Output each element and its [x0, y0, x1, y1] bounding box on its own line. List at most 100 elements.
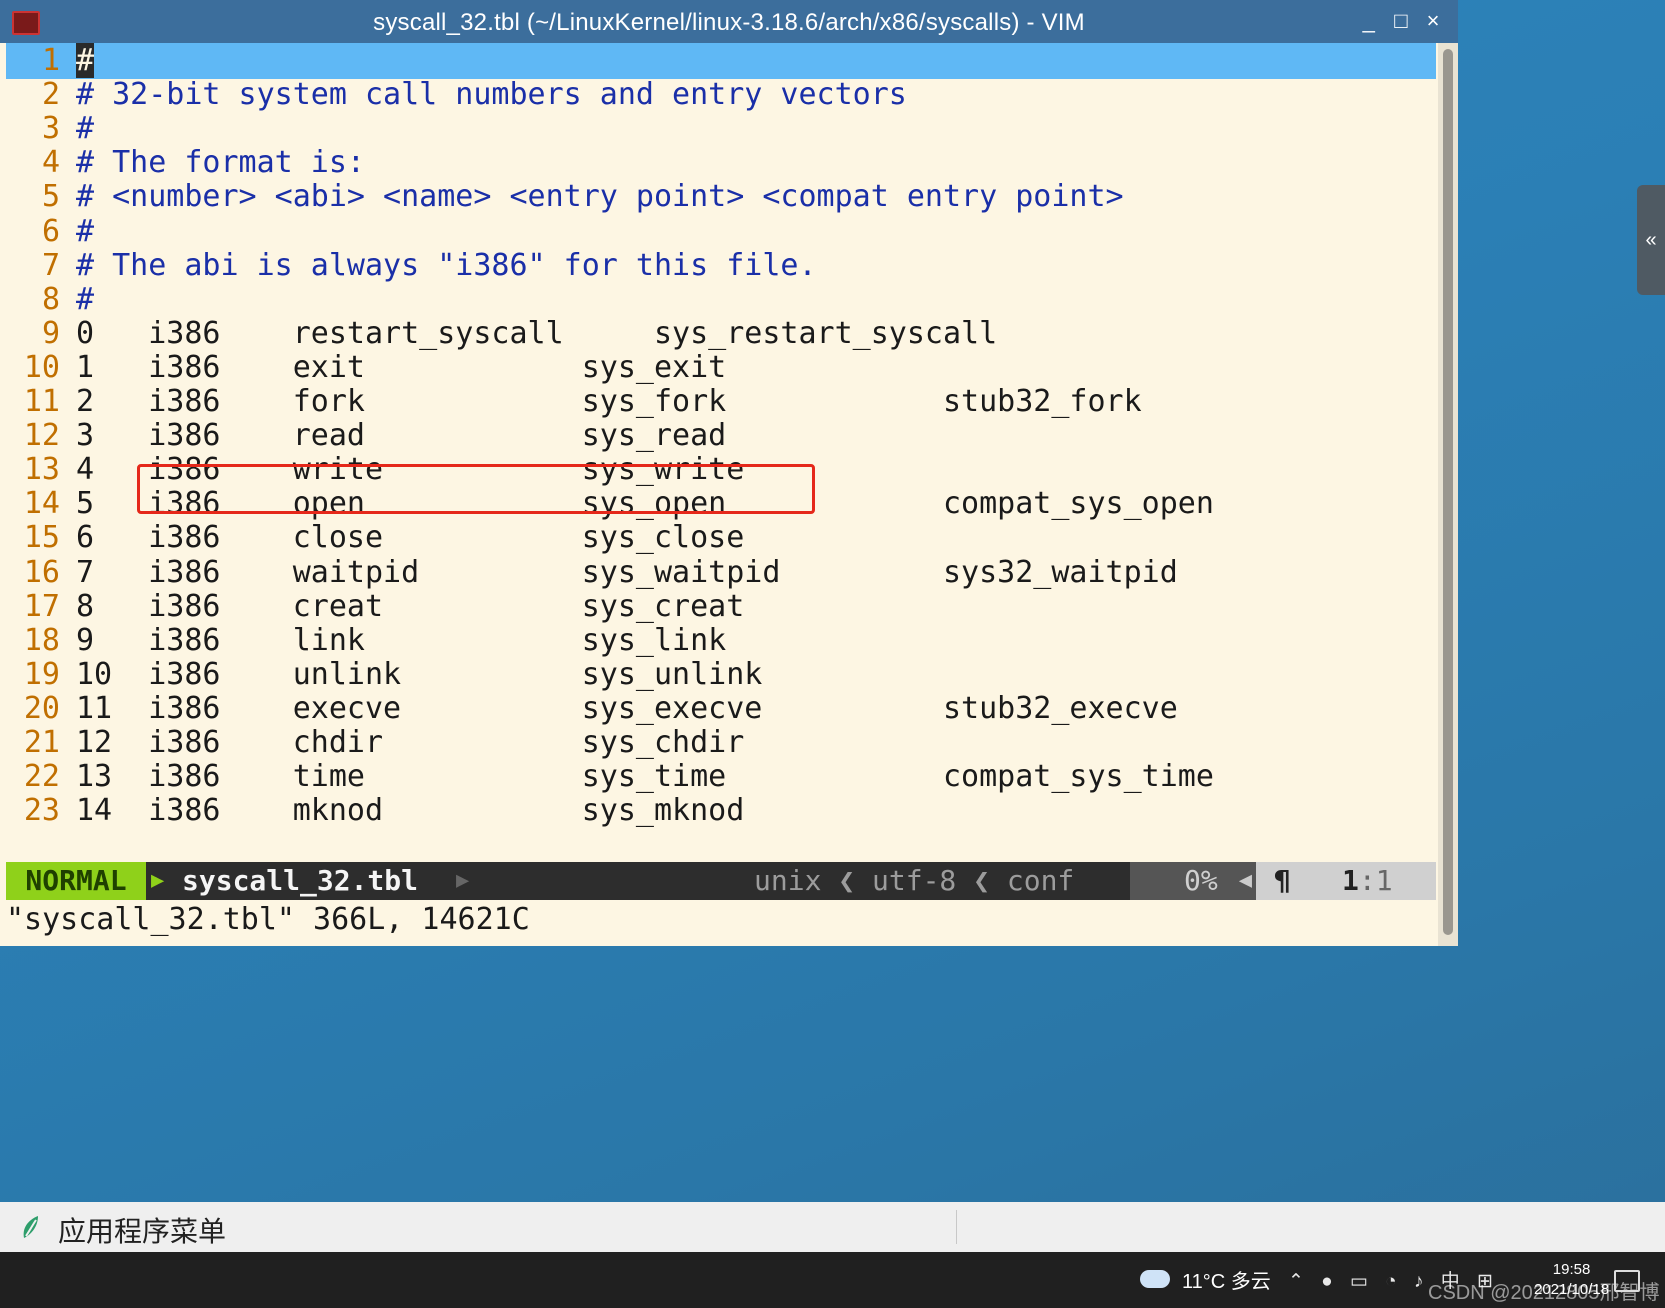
line-text: 2 i386 fork sys_fork stub32_fork: [76, 384, 1142, 419]
maximize-button[interactable]: □: [1388, 8, 1414, 34]
line-text: 11 i386 execve sys_execve stub32_execve: [76, 690, 1178, 726]
line-text: 10 i386 unlink sys_unlink: [76, 656, 763, 692]
line-number: 21: [23, 725, 60, 760]
close-button[interactable]: ×: [1420, 8, 1446, 34]
status-position: ¶ 1:1: [1256, 862, 1436, 900]
line-number: 18: [23, 622, 60, 658]
title-bar[interactable]: syscall_32.tbl (~/LinuxKernel/linux-3.18…: [0, 0, 1458, 43]
status-line: NORMAL ▶ syscall_32.tbl ▶ unix ❮ utf-8 ❮…: [6, 862, 1436, 900]
line-number: 13: [23, 452, 60, 488]
weather-text[interactable]: 11°C 多云: [1182, 1265, 1271, 1294]
mode-indicator: NORMAL: [6, 862, 146, 900]
editor-line[interactable]: 12 3 i386 read sys_read: [6, 418, 1436, 454]
notification-icon[interactable]: [1614, 1270, 1640, 1292]
editor-line[interactable]: 7 # The abi is always "i386" for this fil…: [6, 248, 1436, 284]
line-text: #: [76, 43, 95, 79]
editor-line[interactable]: 20 11 i386 execve sys_execve stub32_execv…: [6, 691, 1436, 727]
line-text: #: [76, 281, 95, 317]
editor-line[interactable]: 8 #: [6, 282, 1436, 318]
line-text: # <number> <abi> <name> <entry point> <c…: [76, 179, 1124, 215]
line-text: # The abi is always "i386" for this file…: [76, 247, 817, 283]
line-text: 9 i386 link sys_link: [76, 622, 727, 658]
command-line[interactable]: "syscall_32.tbl" 366L, 14621C: [6, 900, 530, 940]
line-text: #: [76, 213, 95, 249]
editor-buffer[interactable]: 1 #2 # 32-bit system call numbers and entr…: [6, 43, 1436, 863]
line-text: 6 i386 close sys_close: [76, 520, 745, 556]
editor-line[interactable]: 2 # 32-bit system call numbers and entry …: [6, 77, 1436, 113]
line-number: 19: [23, 656, 60, 692]
editor-line[interactable]: 3 #: [6, 111, 1436, 147]
line-number: 23: [23, 793, 60, 829]
line-number: 22: [23, 759, 60, 795]
current-line[interactable]: 1 #: [6, 43, 1436, 79]
editor-line[interactable]: 21 12 i386 chdir sys_chdir: [6, 725, 1436, 761]
line-number: 2: [41, 77, 60, 113]
line-text: 0 i386 restart_syscall sys_restart_sysca…: [76, 315, 998, 351]
editor-line[interactable]: 9 0 i386 restart_syscall sys_restart_sysc…: [6, 316, 1436, 352]
cursor-position: 1:1: [1342, 862, 1393, 900]
status-percent: 0% ◀: [1130, 862, 1256, 900]
cursor-col: :1: [1358, 864, 1393, 897]
line-number: 17: [23, 588, 60, 624]
line-number: 8: [41, 281, 60, 317]
editor-line[interactable]: 6 #: [6, 214, 1436, 250]
line-text: 1 i386 exit sys_exit: [76, 349, 727, 385]
editor-line[interactable]: 5 # <number> <abi> <name> <entry point> <…: [6, 179, 1436, 215]
line-text: # The format is:: [76, 145, 365, 181]
editor-line[interactable]: 23 14 i386 mknod sys_mknod: [6, 793, 1436, 829]
line-text: 3 i386 read sys_read: [76, 418, 727, 454]
line-text: #: [76, 111, 95, 147]
panel-divider: [956, 1210, 957, 1244]
percent-value: 0%: [1184, 864, 1218, 897]
line-number: 5: [41, 179, 60, 215]
window-controls: _ □ ×: [1356, 8, 1446, 34]
editor-line[interactable]: 15 6 i386 close sys_close: [6, 520, 1436, 556]
line-number: 3: [41, 111, 60, 147]
line-number: 1: [41, 43, 60, 78]
line-number: 16: [23, 554, 60, 590]
line-number: 12: [23, 418, 60, 454]
editor-line[interactable]: 4 # The format is:: [6, 145, 1436, 181]
side-panel-toggle[interactable]: «: [1637, 185, 1665, 295]
bottom-panel: 应用程序菜单: [0, 1202, 1665, 1252]
line-number: 11: [23, 384, 60, 419]
editor-line[interactable]: 18 9 i386 link sys_link: [6, 623, 1436, 659]
scrollbar[interactable]: [1438, 43, 1458, 946]
status-fileinfo: unix ❮ utf-8 ❮ conf: [754, 864, 1075, 897]
cloud-icon[interactable]: [1140, 1270, 1170, 1288]
separator-arrow-icon: ▶: [456, 868, 470, 893]
status-filename: syscall_32.tbl: [182, 864, 419, 897]
separator-arrow-icon: ◀: [1238, 868, 1252, 893]
line-text: 7 i386 waitpid sys_waitpid sys32_waitpid: [76, 554, 1178, 590]
applications-menu[interactable]: 应用程序菜单: [58, 1210, 226, 1250]
cursor-line: 1: [1342, 864, 1359, 897]
editor-line[interactable]: 16 7 i386 waitpid sys_waitpid sys32_waitp…: [6, 555, 1436, 591]
minimize-button[interactable]: _: [1356, 8, 1382, 34]
line-number-icon: ¶: [1274, 864, 1291, 897]
text-cursor: #: [76, 43, 95, 78]
line-number: 10: [23, 349, 60, 385]
editor-line[interactable]: 10 1 i386 exit sys_exit: [6, 350, 1436, 386]
line-number: 6: [41, 213, 60, 249]
line-number: 4: [41, 145, 60, 181]
line-text: 12 i386 chdir sys_chdir: [76, 725, 745, 760]
separator-arrow-icon: ▶: [151, 868, 165, 893]
line-number: 20: [23, 690, 60, 726]
line-number: 9: [41, 315, 60, 351]
editor-line[interactable]: 22 13 i386 time sys_time compat_sys_time: [6, 759, 1436, 795]
line-text: # 32-bit system call numbers and entry v…: [76, 77, 907, 113]
scrollbar-thumb[interactable]: [1443, 49, 1453, 935]
line-number: 15: [23, 520, 60, 556]
line-number: 14: [23, 486, 60, 522]
line-text: 14 i386 mknod sys_mknod: [76, 793, 745, 829]
window-title: syscall_32.tbl (~/LinuxKernel/linux-3.18…: [373, 9, 1085, 36]
editor-line[interactable]: 19 10 i386 unlink sys_unlink: [6, 657, 1436, 693]
line-text: 8 i386 creat sys_creat: [76, 588, 745, 624]
editor-line[interactable]: 17 8 i386 creat sys_creat: [6, 589, 1436, 625]
taskbar: 11°C 多云 ⌃ ● ▭ ◔ ♪ 中 ⊞ 19:58 2021/10/18 C…: [0, 1252, 1665, 1308]
app-menu-leaf-icon[interactable]: [20, 1214, 42, 1240]
editor-line[interactable]: 11 2 i386 fork sys_fork stub32_fork: [6, 384, 1436, 420]
line-text: 13 i386 time sys_time compat_sys_time: [76, 759, 1214, 795]
highlight-annotation-box: [137, 464, 815, 514]
line-number: 7: [41, 247, 60, 283]
